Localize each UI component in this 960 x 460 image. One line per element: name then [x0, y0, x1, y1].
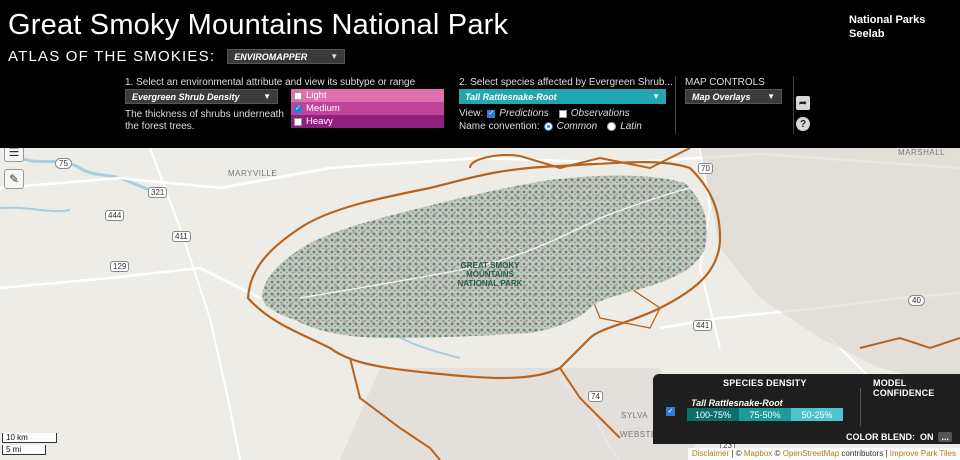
osm-link[interactable]: OpenStreetMap	[783, 449, 839, 458]
divider	[860, 388, 861, 426]
park-label-line-1: GREAT SMOKY	[460, 261, 520, 270]
attribution-copyright: ©	[735, 449, 742, 458]
disclaimer-link[interactable]: Disclaimer	[692, 449, 729, 458]
name-common-option[interactable]: Common	[543, 121, 598, 132]
predictions-checkbox[interactable]: ✓	[487, 109, 496, 118]
attribution-copyright: ©	[774, 449, 781, 458]
range-label-medium: Medium	[306, 103, 340, 114]
legend-species-checkbox[interactable]: ✓	[666, 407, 675, 416]
predictions-label: Predictions	[499, 108, 549, 119]
map-overlays-value: Map Overlays	[692, 91, 751, 102]
attribute-select[interactable]: Evergreen Shrub Density ▼	[125, 89, 278, 104]
common-label: Common	[556, 121, 598, 132]
map-attribution: Disclaimer | © Mapbox © OpenStreetMap co…	[687, 448, 960, 460]
improve-tiles-link[interactable]: Improve Park Tiles	[890, 449, 956, 458]
color-blend-control: COLOR BLEND: ON ...	[846, 432, 952, 442]
route-shield: 441	[693, 320, 713, 331]
layers-icon: ☰	[8, 148, 20, 159]
legend-bin-low: 50-25%	[791, 408, 843, 421]
map-overlays-select[interactable]: Map Overlays ▼	[685, 89, 782, 104]
view-label: View:	[459, 108, 484, 119]
latin-radio[interactable]	[607, 122, 617, 131]
town-label: MARYVILLE	[228, 169, 278, 178]
legend-bin-high: 100-75%	[687, 408, 739, 421]
range-checkbox-light[interactable]	[294, 91, 302, 100]
view-observations-option[interactable]: Observations	[558, 108, 630, 119]
range-option-heavy[interactable]: Heavy	[291, 115, 444, 128]
legend-model-confidence-heading: MODEL CONFIDENCE	[873, 378, 935, 398]
color-blend-label: COLOR BLEND:	[845, 432, 915, 442]
range-checkbox-heavy[interactable]	[294, 117, 302, 126]
species-select[interactable]: Tall Rattlesnake-Root ▼	[459, 89, 666, 104]
species-select-value: Tall Rattlesnake-Root	[465, 91, 557, 102]
step2-label: 2. Select species affected by Evergreen …	[459, 77, 673, 88]
chevron-down-icon: ▼	[652, 92, 660, 101]
legend-species-name: Tall Rattlesnake-Root	[691, 398, 783, 408]
attribute-description: The thickness of shrubs underneath the f…	[125, 109, 284, 132]
observations-label: Observations	[570, 108, 630, 119]
mapper-select-value: ENVIROMAPPER	[234, 51, 308, 62]
attribution-separator: |	[731, 449, 734, 458]
park-label: GREAT SMOKY MOUNTAINS NATIONAL PARK	[450, 261, 530, 288]
range-checkbox-medium[interactable]: ✓	[294, 104, 302, 113]
divider	[675, 76, 676, 134]
scale-km: 10 km	[2, 433, 57, 443]
latin-label: Latin	[620, 121, 642, 132]
route-shield: 40	[908, 295, 925, 306]
route-shield: 75	[55, 158, 72, 169]
park-label-line-2: MOUNTAINS	[466, 270, 514, 279]
chevron-down-icon: ▼	[330, 52, 339, 61]
chevron-down-icon: ▼	[767, 92, 775, 101]
atlas-label: ATLAS OF THE SMOKIES:	[8, 48, 216, 65]
attribution-contributors: contributors	[841, 449, 884, 458]
view-predictions-option[interactable]: ✓ Predictions	[487, 108, 549, 119]
page-title: Great Smoky Mountains National Park	[8, 9, 509, 41]
range-label-heavy: Heavy	[306, 116, 333, 127]
name-convention-options: Name convention: Common Latin	[459, 121, 652, 132]
name-convention-label: Name convention:	[459, 121, 540, 132]
atlas-row: ATLAS OF THE SMOKIES: ENVIROMAPPER ▼	[8, 48, 346, 65]
share-icon[interactable]: ➦	[796, 96, 810, 110]
legend-bin-mid: 75-50%	[739, 408, 791, 421]
attribution-separator: |	[885, 449, 888, 458]
observations-checkbox[interactable]	[558, 109, 567, 118]
step1-label: 1. Select an environmental attribute and…	[125, 77, 416, 88]
park-label-line-3: NATIONAL PARK	[457, 279, 523, 288]
route-shield: 129	[110, 261, 130, 272]
more-options-button[interactable]: ...	[938, 432, 952, 442]
brand-line-2: Seelab	[849, 28, 885, 40]
legend-density-bins: 100-75% 75-50% 50-25%	[687, 408, 843, 421]
range-label-light: Light	[306, 90, 327, 101]
legend-species-density-heading: SPECIES DENSITY	[723, 378, 807, 388]
divider	[793, 76, 794, 134]
range-options: Light ✓ Medium Heavy	[291, 89, 444, 128]
route-shield: 444	[105, 210, 125, 221]
scale-mi: 5 mi	[2, 445, 46, 455]
app-header: Great Smoky Mountains National Park Nati…	[0, 0, 960, 148]
name-latin-option[interactable]: Latin	[607, 121, 642, 132]
help-icon[interactable]: ?	[796, 117, 810, 131]
legend-panel: SPECIES DENSITY MODEL CONFIDENCE ✓ Tall …	[653, 374, 960, 444]
draw-button[interactable]: ✎	[4, 169, 24, 189]
pencil-icon: ✎	[8, 172, 20, 186]
view-options: View: ✓ Predictions Observations	[459, 108, 640, 119]
mapbox-link[interactable]: Mapbox	[744, 449, 772, 458]
town-label: SYLVA	[621, 411, 649, 420]
town-label: MARSHALL	[898, 148, 946, 157]
range-option-light[interactable]: Light	[291, 89, 444, 102]
route-shield: 74	[588, 391, 603, 402]
map-controls-label: MAP CONTROLS	[685, 77, 765, 88]
route-shield: 70	[698, 163, 713, 174]
common-radio[interactable]	[543, 122, 553, 131]
color-blend-state[interactable]: ON	[920, 432, 934, 442]
brand-line-1: National Parks	[849, 14, 926, 26]
route-shield: 411	[172, 231, 191, 242]
chevron-down-icon: ▼	[263, 92, 271, 101]
layers-button[interactable]: ☰	[4, 148, 24, 162]
route-shield: 321	[148, 187, 168, 198]
brand-logo[interactable]: National Parks Seelab	[849, 13, 925, 41]
attribute-select-value: Evergreen Shrub Density	[132, 91, 240, 102]
range-option-medium[interactable]: ✓ Medium	[291, 102, 444, 115]
mapper-select[interactable]: ENVIROMAPPER ▼	[227, 49, 346, 64]
